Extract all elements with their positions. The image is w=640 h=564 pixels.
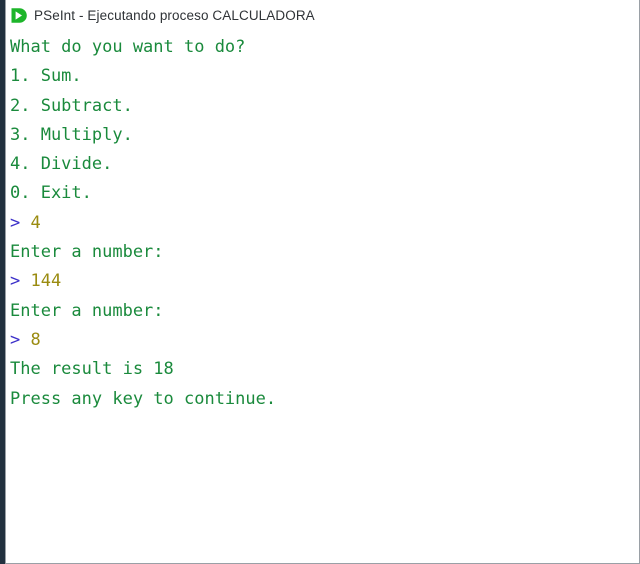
window-body: PSeInt - Ejecutando proceso CALCULADORA …: [6, 0, 640, 564]
play-run-icon: [11, 7, 27, 23]
console-result-line: The result is 18: [10, 359, 174, 380]
console-line: Enter a number:: [10, 242, 164, 263]
console-input-line: > 8: [10, 326, 639, 355]
pseint-execution-window: PSeInt - Ejecutando proceso CALCULADORA …: [0, 0, 640, 564]
console-input-line: > 144: [10, 267, 639, 296]
console-line: Enter a number:: [10, 300, 164, 321]
window-title: PSeInt - Ejecutando proceso CALCULADORA: [34, 7, 315, 23]
console-input-line: > 4: [10, 209, 639, 238]
console-line: What do you want to do?: [10, 37, 246, 57]
input-prompt-symbol: >: [10, 271, 31, 292]
input-typed-value: 144: [30, 271, 62, 292]
console-line: 0. Exit.: [10, 183, 92, 204]
console-line: 3. Multiply.: [10, 124, 133, 145]
title-bar[interactable]: PSeInt - Ejecutando proceso CALCULADORA: [6, 0, 639, 30]
console-output-area[interactable]: What do you want to do? 1. Sum. 2. Subtr…: [6, 30, 639, 563]
input-prompt-symbol: >: [10, 329, 31, 350]
console-line: 2. Subtract.: [10, 95, 133, 116]
input-prompt-symbol: >: [10, 212, 31, 233]
console-line: 1. Sum.: [10, 66, 82, 87]
input-typed-value: 4: [30, 212, 41, 233]
input-typed-value: 8: [30, 329, 41, 350]
console-line: 4. Divide.: [10, 154, 113, 175]
console-continue-prompt: Press any key to continue.: [10, 388, 277, 409]
